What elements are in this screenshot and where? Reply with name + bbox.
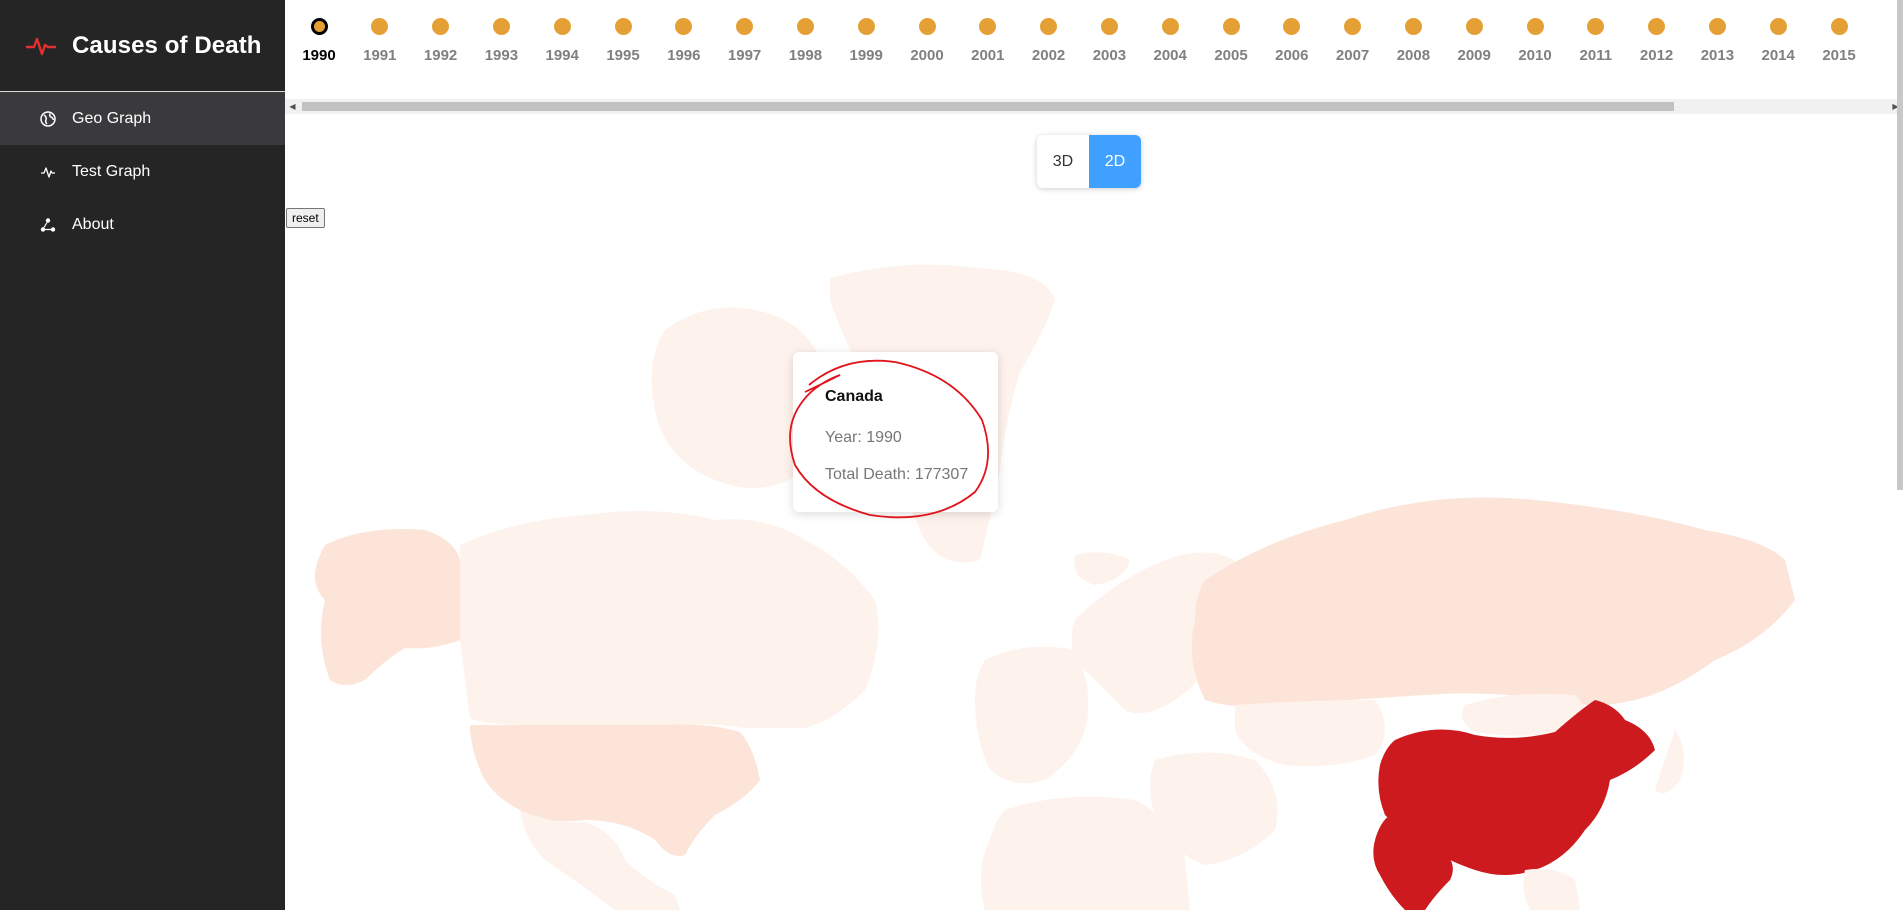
page-scrollbar[interactable] (1897, 0, 1903, 490)
heartbeat-icon (26, 37, 56, 55)
sidebar-item-label: Test Graph (72, 162, 151, 180)
annotation-circle (789, 359, 989, 519)
main-content: 1990 1991 1992 1993 1994 1995 1996 1997 1998 1999… (285, 0, 1903, 910)
sidebar-item-label: About (72, 215, 114, 233)
sidebar-item-test-graph[interactable]: Test Graph (0, 145, 285, 198)
sidebar-nav: Geo Graph Test Graph About (0, 92, 285, 251)
sidebar: Causes of Death Geo Graph Test Graph Abo… (0, 0, 285, 910)
globe-icon (40, 110, 56, 127)
sidebar-item-label: Geo Graph (72, 109, 152, 127)
pulse-icon (40, 164, 56, 180)
sidebar-item-about[interactable]: About (0, 198, 285, 251)
sidebar-item-geo-graph[interactable]: Geo Graph (0, 92, 285, 145)
share-icon (40, 217, 56, 233)
app-title: Causes of Death (72, 31, 262, 59)
brand-header[interactable]: Causes of Death (0, 0, 285, 92)
